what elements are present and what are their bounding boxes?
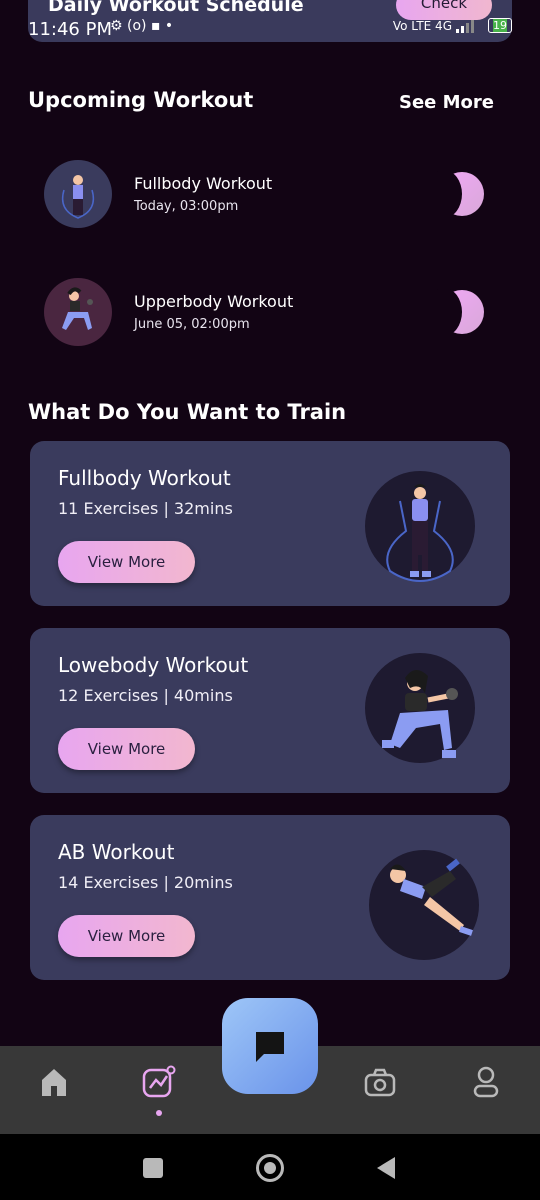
train-card-title: Lowebody Workout [58,653,249,677]
jump-rope-figure-icon [61,175,95,219]
home-circle-icon[interactable] [256,1154,284,1182]
signal-icon [456,19,474,33]
train-card-title: AB Workout [58,840,175,864]
chat-icon [256,1032,284,1062]
train-card: Lowebody Workout 12 Exercises | 40mins V… [30,628,510,793]
ab-illustration-icon [369,850,479,960]
home-icon[interactable] [36,1064,72,1100]
fullbody-illustration-icon [365,471,475,582]
activity-icon[interactable] [141,1064,177,1100]
back-icon[interactable] [376,1156,396,1180]
view-more-button[interactable]: View More [58,915,195,957]
workout-avatar [44,278,112,346]
profile-icon[interactable] [468,1064,504,1100]
active-indicator [156,1110,162,1116]
recents-icon[interactable] [143,1158,163,1178]
status-icons-right: Vo LTE 4G 19 [393,18,512,33]
lowerbody-illustration-icon [365,653,475,763]
train-card-subtitle: 12 Exercises | 40mins [58,686,233,705]
status-bar: 11:46 PM ⚙ (o) ▪ • Vo LTE 4G 19 [0,0,540,44]
train-card-subtitle: 11 Exercises | 32mins [58,499,233,518]
network-indicator: Vo LTE 4G [392,18,452,33]
upcoming-item-time: Today, 03:00pm [134,199,239,214]
status-time: 11:46 PM [28,19,112,40]
camera-icon[interactable] [362,1064,398,1100]
view-more-button[interactable]: View More [58,728,195,770]
system-nav-bar [0,1134,540,1200]
train-card: AB Workout 14 Exercises | 20mins View Mo… [30,815,510,980]
see-more-link[interactable]: See More [399,92,494,113]
upcoming-item[interactable]: Upperbody Workout June 05, 02:00pm [44,278,494,348]
battery-indicator: 19 [488,18,512,33]
train-card-title: Fullbody Workout [58,466,231,490]
train-section-title: What Do You Want to Train [28,400,347,424]
lunge-figure-icon [62,287,93,330]
notification-toggle[interactable] [426,288,484,336]
train-card: Fullbody Workout 11 Exercises | 32mins V… [30,441,510,606]
chat-button[interactable] [222,998,318,1094]
workout-avatar [44,160,112,228]
status-icons-left: ⚙ (o) ▪ • [110,18,174,34]
train-card-subtitle: 14 Exercises | 20mins [58,873,233,892]
upcoming-item-title: Fullbody Workout [134,174,273,193]
upcoming-item-time: June 05, 02:00pm [134,317,250,332]
notification-toggle[interactable] [426,170,484,218]
upcoming-item-title: Upperbody Workout [134,292,294,311]
upcoming-item[interactable]: Fullbody Workout Today, 03:00pm [44,160,494,230]
view-more-button[interactable]: View More [58,541,195,583]
upcoming-workout-title: Upcoming Workout [28,88,254,112]
